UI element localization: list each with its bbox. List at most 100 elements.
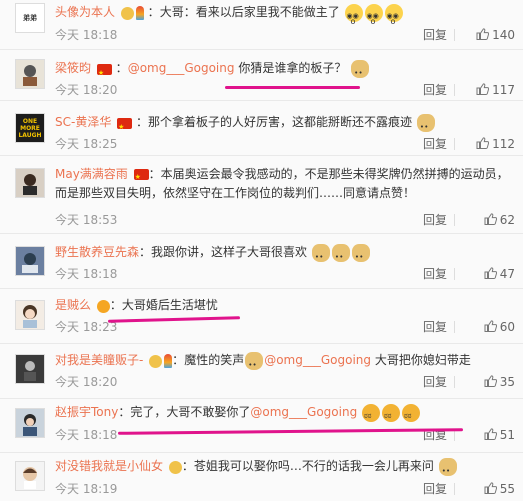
reply-button[interactable]: 回复 [423, 480, 447, 498]
timestamp: 今天 18:18 [55, 28, 118, 42]
avatar-image [23, 174, 37, 195]
comment-text: 大哥婚后生活堪忧 [121, 298, 218, 312]
thumbs-up-icon [484, 482, 497, 494]
avatar[interactable]: ONE MORE LAUGH [15, 113, 45, 143]
thumbs-up-icon [484, 213, 497, 225]
doge-emoji-icon [438, 457, 457, 481]
avatar-label: ONE MORE LAUGH [18, 117, 42, 139]
doge-emoji-icon [245, 351, 264, 375]
commenter-name[interactable]: 梁筱昀 [55, 61, 91, 75]
avatar[interactable] [15, 59, 45, 89]
mention-link[interactable]: @omg___Gogoing [250, 405, 357, 419]
timestamp: 今天 18:18 [55, 267, 118, 281]
comment-item: ONE MORE LAUGH SC-黄泽华 ：那个拿着板子的人好厉害，这都能掰断… [0, 101, 523, 156]
comment-separator: ： [135, 115, 148, 129]
china-flag-icon[interactable] [133, 169, 149, 180]
shocked-emoji-icon [344, 3, 363, 32]
comment-separator: ： [147, 5, 160, 19]
shocked-emoji-icon [384, 3, 403, 32]
avatar[interactable] [15, 461, 45, 491]
avatar-label: 弟弟 [23, 14, 37, 22]
like-button[interactable]: 35 [484, 373, 515, 391]
china-flag-icon[interactable] [117, 117, 133, 129]
divider [454, 376, 455, 388]
commenter-name[interactable]: SC-黄泽华 [55, 115, 111, 129]
divider [454, 214, 455, 226]
olympic-icon[interactable] [135, 6, 144, 20]
avatar[interactable] [15, 408, 45, 438]
commenter-name[interactable]: 头像为本人 [55, 5, 115, 19]
reply-button[interactable]: 回复 [423, 265, 447, 283]
avatar-image [23, 467, 37, 489]
vip-icon[interactable] [96, 299, 110, 313]
divider [454, 483, 455, 495]
like-button[interactable]: 140 [476, 26, 515, 44]
timestamp: 今天 18:53 [55, 213, 118, 227]
like-button[interactable]: 47 [484, 265, 515, 283]
mention-link[interactable]: @omg___Gogoing [264, 353, 371, 367]
divider [454, 84, 455, 96]
like-count: 140 [492, 28, 515, 42]
comment-separator: ： [109, 298, 122, 312]
angry-emoji-icon [402, 403, 421, 426]
comment-item: 弟弟 头像为本人 ：大哥：看来以后家里我不能做主了 今天 18:18 回复 14… [0, 0, 523, 50]
shocked-emoji-icon [364, 3, 383, 32]
comment-text: 那个拿着板子的人好厉害，这都能掰断还不露痕迹 [148, 115, 413, 129]
like-button[interactable]: 112 [476, 135, 515, 153]
commenter-name[interactable]: May满满容雨 [55, 167, 128, 181]
avatar[interactable]: 弟弟 [15, 3, 45, 33]
angry-emoji-icon [362, 403, 381, 426]
reply-button[interactable]: 回复 [423, 135, 447, 153]
comment-text: 魔性的笑声 [184, 353, 245, 367]
avatar[interactable] [15, 300, 45, 330]
reply-button[interactable]: 回复 [423, 211, 447, 229]
doge-emoji-icon [416, 113, 435, 137]
avatar[interactable] [15, 168, 45, 198]
like-button[interactable]: 55 [484, 480, 515, 498]
member-icon[interactable] [120, 6, 134, 20]
thumbs-up-icon [476, 137, 490, 149]
comment-text: 我跟你讲，这样子大哥很喜欢 [151, 245, 308, 259]
divider [454, 268, 455, 280]
thumbs-up-icon [476, 28, 490, 40]
like-button[interactable]: 60 [484, 318, 515, 336]
comment-text: 苍姐我可以娶你吗…不行的话我一会儿再来问 [193, 459, 434, 473]
member-icon[interactable] [149, 354, 163, 368]
comment-text: 完了，大哥不敢娶你了 [130, 405, 251, 419]
avatar-image [23, 305, 37, 328]
like-count: 60 [499, 320, 515, 334]
doge-emoji-icon [351, 59, 370, 83]
mention-link[interactable]: @omg___Gogoing [128, 61, 235, 75]
comment-item: 对没错我就是小仙女 ：苍姐我可以娶你吗…不行的话我一会儿再来问 今天 18:19… [0, 453, 523, 501]
member-icon[interactable] [168, 460, 182, 474]
like-button[interactable]: 62 [484, 211, 515, 229]
avatar-image [23, 414, 37, 436]
reply-button[interactable]: 回复 [423, 81, 447, 99]
reply-button[interactable]: 回复 [423, 26, 447, 44]
commenter-name[interactable]: 对没错我就是小仙女 [55, 459, 163, 473]
like-button[interactable]: 117 [476, 81, 515, 99]
reply-button[interactable]: 回复 [423, 318, 447, 336]
thumbs-up-icon [484, 375, 497, 387]
thumbs-up-icon [476, 83, 490, 95]
avatar[interactable] [15, 246, 45, 276]
comment-item: 野生散养豆先森：我跟你讲，这样子大哥很喜欢 今天 18:18 回复 47 [0, 234, 523, 289]
commenter-name[interactable]: 野生散养豆先森 [55, 245, 139, 259]
comment-separator: ： [148, 167, 161, 181]
comment-item: May满满容雨 ：本届奥运会最令我感动的，不是那些未得奖牌仍然拼搏的运动员，而是… [0, 156, 523, 234]
thumbs-up-icon [484, 428, 497, 440]
like-button[interactable]: 51 [484, 426, 515, 444]
like-count: 62 [499, 213, 515, 227]
avatar[interactable] [15, 354, 45, 384]
commenter-name[interactable]: 是贼么 [55, 298, 91, 312]
comment-separator: ： [118, 405, 131, 419]
reply-button[interactable]: 回复 [423, 373, 447, 391]
avatar-image [24, 361, 36, 381]
commenter-name[interactable]: 对我是美瞳贩子- [55, 353, 143, 367]
divider [454, 321, 455, 333]
comment-separator: ： [172, 353, 185, 367]
thumbs-up-icon [484, 320, 497, 332]
commenter-name[interactable]: 赵振宇Tony [55, 405, 118, 419]
china-flag-icon[interactable] [96, 63, 112, 75]
olympic-icon[interactable] [164, 354, 173, 368]
